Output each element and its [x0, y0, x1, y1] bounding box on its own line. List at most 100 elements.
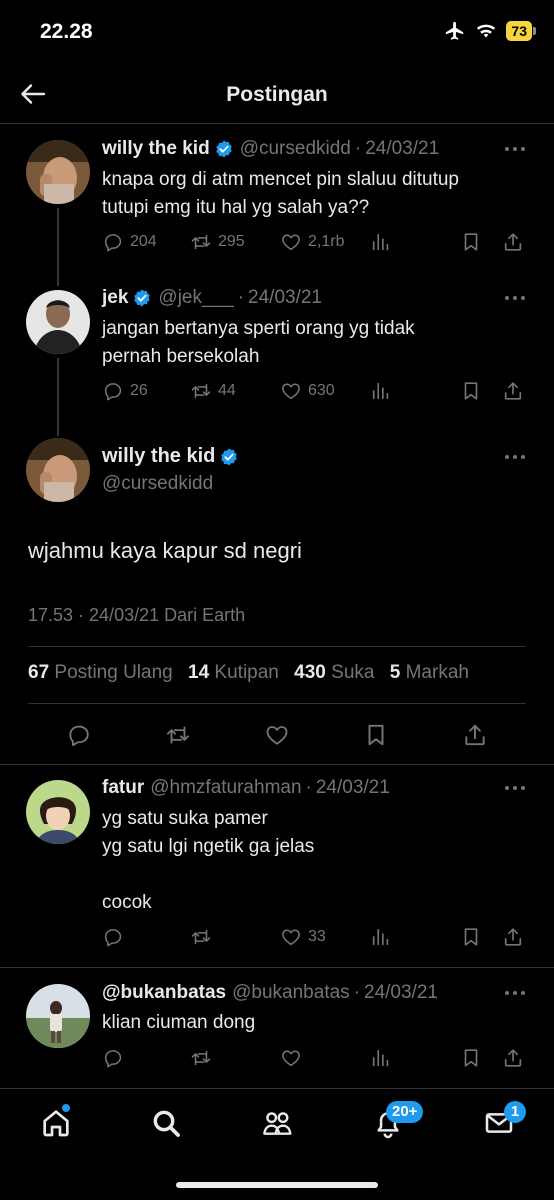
author-handle[interactable]: @cursedkidd	[102, 473, 213, 495]
views-icon	[370, 231, 392, 253]
views-icon	[370, 380, 392, 402]
repost-button[interactable]	[190, 1047, 212, 1069]
views-button[interactable]	[370, 1047, 392, 1069]
repost-icon[interactable]	[165, 722, 191, 748]
author-handle[interactable]: @jek___	[158, 287, 233, 309]
share-icon[interactable]	[462, 722, 488, 748]
search-icon[interactable]	[150, 1107, 182, 1139]
reply-icon	[102, 1047, 124, 1069]
more-options-icon[interactable]	[504, 295, 526, 301]
tweet-date[interactable]: 24/03/21	[316, 777, 390, 799]
author-name[interactable]: willy the kid	[102, 445, 215, 468]
likes-stat[interactable]: 430 Suka	[294, 662, 374, 683]
avatar[interactable]	[26, 780, 90, 844]
like-button[interactable]: 33	[280, 926, 326, 948]
separator-dot: ·	[305, 777, 312, 798]
verified-badge-icon	[214, 139, 234, 159]
tweet-actions: 26 44 630	[102, 380, 526, 404]
share-button[interactable]	[502, 926, 524, 948]
repost-icon	[190, 380, 212, 402]
tweet-text: yg satu suka pamer yg satu lgi ngetik ga…	[102, 808, 315, 913]
views-icon	[370, 926, 392, 948]
like-icon[interactable]	[264, 722, 290, 748]
reply-icon[interactable]	[66, 722, 92, 748]
repost-button[interactable]: 44	[190, 380, 236, 402]
bookmark-icon	[460, 380, 482, 402]
like-button[interactable]: 630	[280, 380, 335, 402]
repost-count: 295	[218, 233, 245, 250]
bookmarks-stat[interactable]: 5 Markah	[390, 662, 469, 683]
bookmark-button[interactable]	[460, 1047, 482, 1069]
quotes-stat[interactable]: 14 Kutipan	[188, 662, 279, 683]
bookmark-button[interactable]	[460, 231, 482, 253]
verified-badge-icon	[219, 447, 239, 467]
separator-dot: ·	[237, 287, 245, 308]
tweet-date[interactable]: 24/03/21	[248, 287, 322, 309]
repost-button[interactable]	[190, 926, 212, 948]
more-options-icon[interactable]	[504, 990, 526, 996]
more-options-icon[interactable]	[504, 146, 526, 152]
author-name[interactable]: fatur	[102, 777, 144, 799]
repost-icon	[190, 1047, 212, 1069]
wifi-icon	[477, 24, 496, 38]
tweet-text: jangan bertanya sperti orang yg tidak pe…	[102, 318, 415, 367]
share-icon	[502, 231, 524, 253]
author-handle[interactable]: @bukanbatas	[232, 982, 350, 1004]
share-button[interactable]	[502, 231, 524, 253]
post-timestamp[interactable]: 17.53 · 24/03/21 Dari Earth	[28, 605, 245, 626]
main-post-text: wjahmu kaya kapur sd negri	[28, 538, 302, 563]
avatar[interactable]	[26, 438, 90, 502]
author-name[interactable]: jek	[102, 287, 128, 309]
author-name[interactable]: @bukanbatas	[102, 982, 226, 1004]
more-options-icon[interactable]	[504, 454, 526, 460]
share-icon	[502, 380, 524, 402]
thread-connector	[57, 358, 59, 436]
tweet-date[interactable]: 24/03/21	[364, 982, 438, 1004]
reposts-stat[interactable]: 67 Posting Ulang	[28, 662, 173, 683]
share-icon	[502, 926, 524, 948]
more-options-icon[interactable]	[504, 785, 526, 791]
tweet-date[interactable]: 24/03/21	[365, 138, 439, 160]
author-handle[interactable]: @cursedkidd	[240, 138, 351, 160]
bookmark-button[interactable]	[460, 926, 482, 948]
repost-button[interactable]: 295	[190, 231, 245, 253]
like-icon	[280, 926, 302, 948]
airplane-mode-icon	[446, 21, 464, 40]
reply-icon	[102, 926, 124, 948]
battery-indicator: 73	[506, 21, 536, 41]
like-button[interactable]	[280, 1047, 302, 1069]
views-button[interactable]	[370, 926, 392, 948]
repost-count: 44	[218, 382, 236, 399]
avatar[interactable]	[26, 290, 90, 354]
share-button[interactable]	[502, 380, 524, 402]
reply-button[interactable]	[102, 1047, 124, 1069]
avatar[interactable]	[26, 984, 90, 1048]
main-post-actions	[0, 722, 554, 748]
communities-icon[interactable]	[261, 1107, 293, 1139]
messages-badge: 1	[504, 1101, 526, 1123]
share-button[interactable]	[502, 1047, 524, 1069]
tweet-header: willy the kid @cursedkidd · 24/03/21	[102, 138, 439, 160]
author-handle[interactable]: @hmzfaturahman	[150, 777, 301, 799]
reply-button[interactable]: 26	[102, 380, 148, 402]
reply-button[interactable]: 204	[102, 231, 157, 253]
like-button[interactable]: 2,1rb	[280, 231, 344, 253]
bookmark-icon	[460, 926, 482, 948]
views-button[interactable]	[370, 231, 392, 253]
tweet-header: jek @jek___ · 24/03/21	[102, 287, 322, 309]
repost-icon	[190, 231, 212, 253]
main-author-name-row: willy the kid	[102, 445, 245, 468]
divider	[0, 967, 554, 968]
home-unread-dot	[62, 1104, 70, 1112]
tweet-text: knapa org di atm mencet pin slaluu ditut…	[102, 169, 459, 218]
status-bar: 22.28 73	[0, 0, 554, 64]
separator-dot: ·	[354, 138, 362, 159]
avatar[interactable]	[26, 140, 90, 204]
bookmark-icon[interactable]	[363, 722, 389, 748]
like-count: 2,1rb	[308, 233, 345, 250]
views-button[interactable]	[370, 380, 392, 402]
bookmark-button[interactable]	[460, 380, 482, 402]
repost-icon	[190, 926, 212, 948]
author-name[interactable]: willy the kid	[102, 138, 210, 160]
reply-button[interactable]	[102, 926, 124, 948]
